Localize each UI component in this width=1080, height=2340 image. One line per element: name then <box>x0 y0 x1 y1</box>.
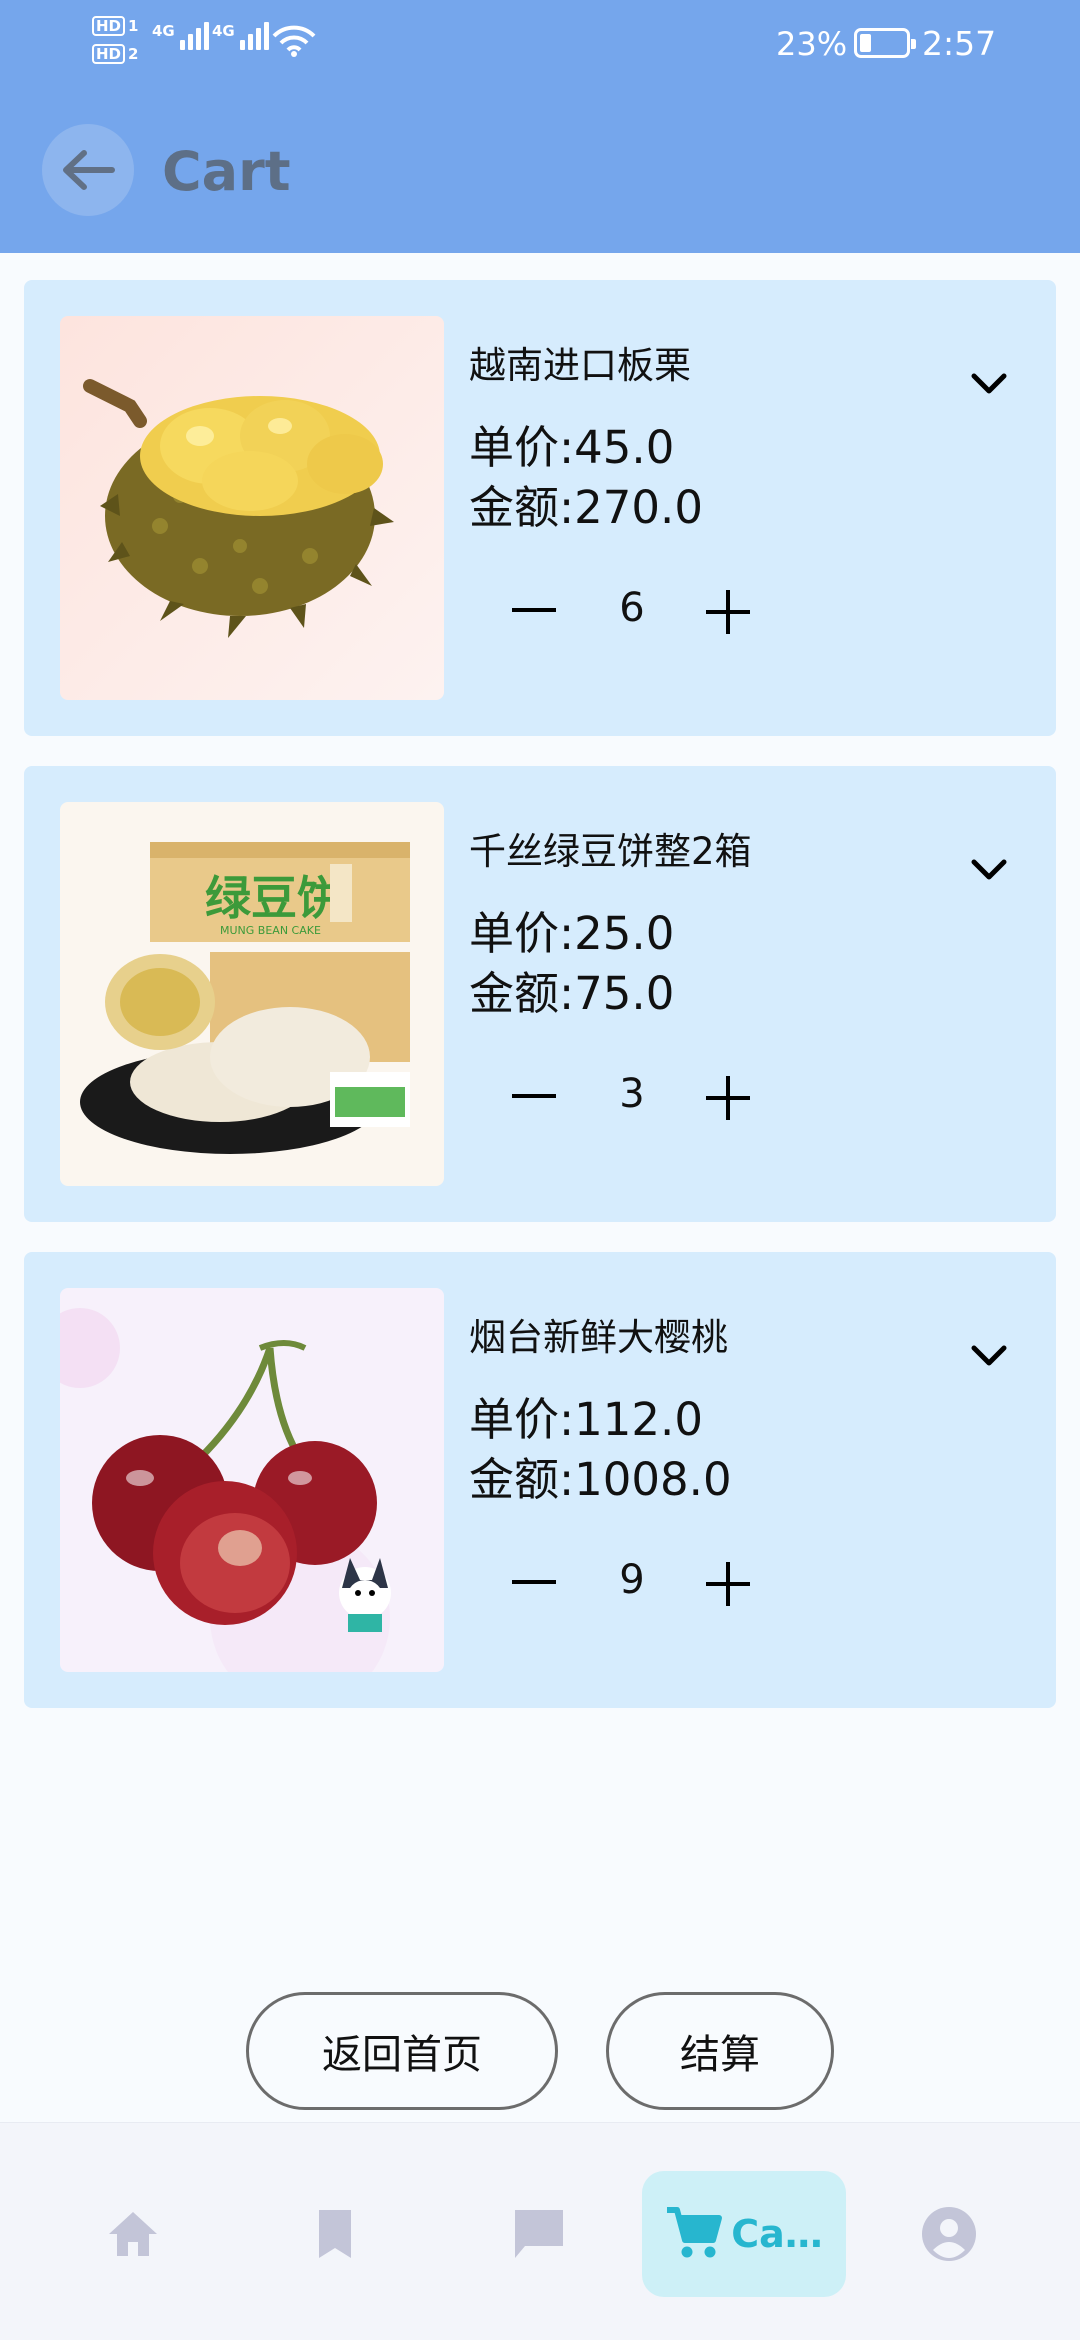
quantity-stepper: 6 <box>504 580 764 640</box>
cart-item-card: 烟台新鲜大樱桃 单价:112.0 金额:1008.0 9 <box>24 1252 1056 1708</box>
cherries-image <box>60 1288 444 1672</box>
increase-quantity-button[interactable] <box>704 1560 752 1608</box>
signal-strength-2-icon: 4G <box>212 22 269 50</box>
item-quantity: 6 <box>619 585 645 631</box>
nav-profile[interactable] <box>904 2171 994 2297</box>
item-name: 烟台新鲜大樱桃 <box>469 1316 728 1359</box>
sim1-hd-label: HD <box>92 16 126 36</box>
increase-quantity-button[interactable] <box>704 1074 752 1122</box>
increase-quantity-button[interactable] <box>704 588 752 636</box>
nav-cart-label: Ca… <box>731 2212 823 2256</box>
quantity-stepper: 3 <box>504 1066 764 1126</box>
checkout-button[interactable]: 结算 <box>606 1992 834 2110</box>
item-unit-price: 单价:112.0 <box>469 1393 703 1446</box>
back-button[interactable] <box>42 124 134 216</box>
status-time: 2:57 <box>922 24 997 63</box>
chat-icon <box>515 2210 563 2258</box>
decrease-quantity-button[interactable] <box>504 1074 564 1118</box>
battery-icon <box>854 28 916 58</box>
app-header: HD 1 HD 2 4G 4G 23% 2:57 Cart <box>0 0 1080 253</box>
item-quantity: 9 <box>619 1557 645 1603</box>
svg-text:绿豆饼: 绿豆饼 <box>205 871 343 925</box>
svg-text:MUNG BEAN CAKE: MUNG BEAN CAKE <box>220 924 321 937</box>
status-bar: HD 1 HD 2 4G 4G 23% 2:57 <box>0 0 1080 90</box>
cart-item-card: 越南进口板栗 单价:45.0 金额:270.0 6 <box>24 280 1056 736</box>
item-name: 千丝绿豆饼整2箱 <box>469 830 752 873</box>
sim2-hd-label: HD <box>92 44 126 64</box>
decrease-quantity-button[interactable] <box>504 1560 564 1604</box>
cart-icon <box>667 2207 723 2258</box>
product-image-durian[interactable] <box>60 316 444 700</box>
nav-bookmark[interactable] <box>290 2171 380 2297</box>
item-total: 金额:1008.0 <box>469 1453 732 1506</box>
sim1-number: 1 <box>128 17 139 35</box>
nav-cart[interactable]: Ca… <box>642 2171 846 2297</box>
item-total: 金额:270.0 <box>469 481 703 534</box>
nav-home[interactable] <box>88 2171 178 2297</box>
battery-percent: 23% <box>776 25 848 63</box>
home-icon <box>109 2212 157 2256</box>
page-title: Cart <box>162 140 291 203</box>
item-unit-price: 单价:25.0 <box>469 907 675 960</box>
nav-messages[interactable] <box>494 2171 584 2297</box>
chevron-down-icon[interactable] <box>964 1336 1014 1376</box>
chevron-down-icon[interactable] <box>964 364 1014 404</box>
product-image-cherries[interactable] <box>60 1288 444 1672</box>
chevron-down-icon[interactable] <box>964 850 1014 890</box>
item-total: 金额:75.0 <box>469 967 675 1020</box>
bookmark-icon <box>319 2210 351 2258</box>
profile-icon <box>922 2207 976 2261</box>
sim-indicators: HD 1 HD 2 <box>92 14 142 70</box>
quantity-stepper: 9 <box>504 1552 764 1612</box>
wifi-icon <box>272 25 316 57</box>
network-type-2: 4G <box>212 22 235 40</box>
item-name: 越南进口板栗 <box>469 344 691 387</box>
decrease-quantity-button[interactable] <box>504 588 564 632</box>
bottom-navigation: Ca… <box>0 2122 1080 2340</box>
arrow-left-icon <box>63 150 115 190</box>
item-quantity: 3 <box>619 1071 645 1117</box>
item-unit-price: 单价:45.0 <box>469 421 675 474</box>
network-type-1: 4G <box>152 22 175 40</box>
return-home-button[interactable]: 返回首页 <box>246 1992 558 2110</box>
sim2-number: 2 <box>128 45 139 63</box>
sim1-indicator: HD 1 <box>92 14 142 38</box>
cart-item-card: 绿豆饼 MUNG BEAN CAKE 千丝绿豆饼整2箱 单价:25.0 金额:7… <box>24 766 1056 1222</box>
sim2-indicator: HD 2 <box>92 42 142 66</box>
signal-strength-1-icon: 4G <box>152 22 209 50</box>
durian-image <box>60 316 444 700</box>
product-image-mung-bean-cake[interactable]: 绿豆饼 MUNG BEAN CAKE <box>60 802 444 1186</box>
mung-bean-cake-image: 绿豆饼 MUNG BEAN CAKE <box>60 802 444 1186</box>
